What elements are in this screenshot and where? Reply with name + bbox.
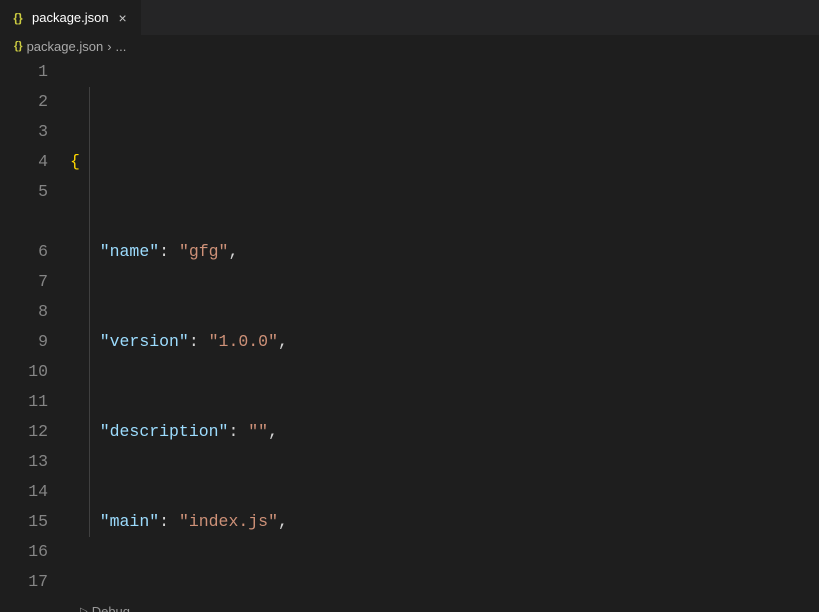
- tab-title: package.json: [32, 10, 109, 25]
- line-number: 16: [0, 537, 48, 567]
- line-number: 7: [0, 267, 48, 297]
- line-number: 11: [0, 387, 48, 417]
- close-icon[interactable]: ×: [115, 10, 131, 26]
- line-number: 1: [0, 57, 48, 87]
- tab-bar: {} package.json ×: [0, 0, 819, 35]
- code-line: "name": "gfg",: [70, 237, 819, 267]
- line-number: 2: [0, 87, 48, 117]
- code-line: "description": "",: [70, 417, 819, 447]
- line-number: 12: [0, 417, 48, 447]
- line-number: 5: [0, 177, 48, 207]
- json-file-icon: {}: [10, 10, 26, 26]
- code-area[interactable]: { "name": "gfg", "version": "1.0.0", "de…: [70, 57, 819, 612]
- line-number: 13: [0, 447, 48, 477]
- code-editor[interactable]: 1 2 3 4 5 6 7 8 9 10 11 12 13 14 15 16 1…: [0, 57, 819, 612]
- breadcrumb-separator-icon: ›: [107, 39, 111, 54]
- line-number: 8: [0, 297, 48, 327]
- tab-package-json[interactable]: {} package.json ×: [0, 0, 141, 35]
- line-number-gutter: 1 2 3 4 5 6 7 8 9 10 11 12 13 14 15 16 1…: [0, 57, 70, 612]
- code-line: {: [70, 147, 819, 177]
- play-icon: ▷: [80, 597, 88, 612]
- code-line: "main": "index.js",: [70, 507, 819, 537]
- line-number: 6: [0, 237, 48, 267]
- codelens-debug[interactable]: ▷Debug: [70, 597, 819, 612]
- code-line: "version": "1.0.0",: [70, 327, 819, 357]
- breadcrumb[interactable]: {} package.json › ...: [0, 35, 819, 57]
- breadcrumb-more: ...: [116, 39, 127, 54]
- line-number: [0, 207, 48, 237]
- breadcrumb-file: package.json: [27, 39, 104, 54]
- json-file-icon: {}: [14, 40, 23, 52]
- line-number: 10: [0, 357, 48, 387]
- line-number: 15: [0, 507, 48, 537]
- line-number: 9: [0, 327, 48, 357]
- line-number: 17: [0, 567, 48, 597]
- line-number: 14: [0, 477, 48, 507]
- line-number: 4: [0, 147, 48, 177]
- line-number: 3: [0, 117, 48, 147]
